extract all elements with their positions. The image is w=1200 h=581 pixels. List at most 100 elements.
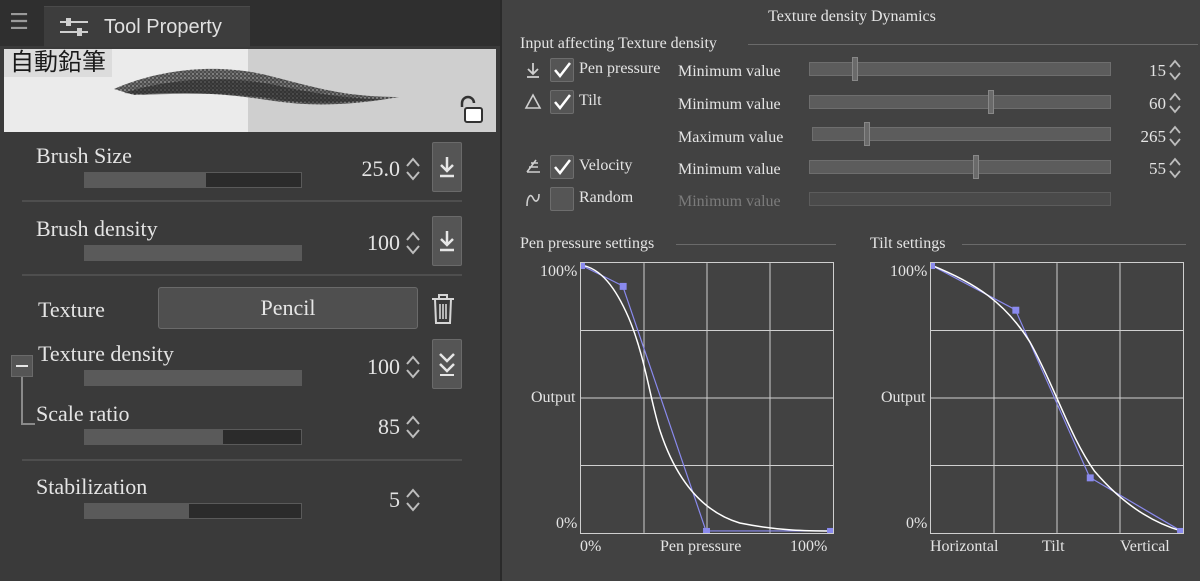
- pen-graph-x-left: 0%: [580, 538, 602, 555]
- tilt-min-value[interactable]: 60: [1116, 94, 1166, 114]
- pen-graph-y-top: 100%: [540, 263, 578, 280]
- tilt-curve-graph[interactable]: [930, 262, 1184, 534]
- curve-point[interactable]: [619, 282, 627, 290]
- slider-thumb[interactable]: [988, 90, 994, 114]
- tilt-graph-title: Tilt settings: [870, 235, 946, 252]
- texture-density-slider-fill: [85, 371, 301, 385]
- divider: [22, 459, 462, 461]
- panel-header: ☰ Tool Property: [0, 0, 500, 47]
- curve-point[interactable]: [1086, 474, 1094, 482]
- pen-pressure-icon: [527, 63, 539, 78]
- download-icon: [440, 231, 454, 252]
- stabilization-label: Stabilization: [36, 474, 148, 499]
- minus-icon: [16, 365, 28, 367]
- tilt-graph-x-mid: Tilt: [1042, 538, 1065, 555]
- pen-graph-x-right: 100%: [790, 538, 828, 555]
- random-min-label: Minimum value: [678, 193, 781, 210]
- texture-density-slider[interactable]: [84, 370, 302, 386]
- pen-pressure-curve-graph[interactable]: [580, 262, 834, 534]
- pen-pressure-min-value[interactable]: 15: [1116, 61, 1166, 81]
- pen-pressure-min-label: Minimum value: [678, 63, 781, 80]
- pen-graph-x-mid: Pen pressure: [660, 538, 742, 555]
- curve-point[interactable]: [930, 262, 935, 270]
- random-min-slider: [809, 192, 1111, 206]
- random-checkbox[interactable]: [550, 187, 574, 211]
- spin-icon[interactable]: [1168, 155, 1182, 181]
- slider-thumb[interactable]: [973, 155, 979, 179]
- texture-density-dynamics-button[interactable]: [432, 339, 462, 389]
- texture-density-label: Texture density: [38, 341, 174, 366]
- brush-density-pressure-button[interactable]: [432, 216, 462, 266]
- brush-size-pressure-button[interactable]: [432, 142, 462, 192]
- divider: [22, 274, 462, 276]
- pen-pressure-min-slider[interactable]: [809, 57, 1111, 81]
- velocity-checkbox[interactable]: [550, 155, 574, 179]
- texture-density-spin-icon[interactable]: [404, 352, 422, 382]
- download-icon: [440, 157, 454, 178]
- tilt-max-value[interactable]: 265: [1116, 127, 1167, 147]
- check-icon: [554, 94, 571, 110]
- pen-graph-y-bottom: 0%: [556, 515, 578, 532]
- brush-density-label: Brush density: [36, 216, 158, 241]
- curve-point[interactable]: [827, 527, 834, 534]
- collapse-toggle[interactable]: [11, 355, 33, 377]
- velocity-icon: [526, 159, 540, 173]
- curve-point[interactable]: [1177, 527, 1184, 534]
- tilt-label: Tilt: [579, 92, 602, 109]
- velocity-min-value[interactable]: 55: [1116, 159, 1166, 179]
- tool-property-panel: ☰ Tool Property 自動鉛筆 Brush Size 25.0 Bru…: [0, 0, 500, 581]
- tree-line: [21, 377, 23, 425]
- tilt-min-label: Minimum value: [678, 96, 781, 113]
- spin-icon[interactable]: [1168, 90, 1182, 116]
- brush-size-value[interactable]: 25.0: [350, 156, 401, 182]
- stabilization-slider[interactable]: [84, 503, 302, 519]
- brush-density-slider[interactable]: [84, 245, 302, 261]
- tilt-graph-x-left: Horizontal: [930, 538, 999, 555]
- spin-icon[interactable]: [1168, 123, 1182, 149]
- stabilization-spin-icon[interactable]: [404, 485, 422, 515]
- tab-tool-property[interactable]: Tool Property: [44, 6, 250, 47]
- double-chevron-down-icon: [439, 353, 455, 376]
- texture-density-value[interactable]: 100: [350, 354, 400, 380]
- dynamics-popup: Texture density Dynamics Input affecting…: [500, 0, 1200, 581]
- curve-point[interactable]: [580, 262, 585, 270]
- brush-density-value[interactable]: 100: [350, 230, 400, 256]
- tilt-min-slider[interactable]: [809, 90, 1111, 114]
- curve-point[interactable]: [1012, 306, 1020, 314]
- tilt-graph-y-bottom: 0%: [906, 515, 928, 532]
- tilt-checkbox[interactable]: [550, 90, 574, 114]
- curve-point[interactable]: [703, 527, 710, 534]
- scale-ratio-label: Scale ratio: [36, 401, 130, 426]
- pen-pressure-checkbox[interactable]: [550, 58, 574, 82]
- tilt-icon: [524, 93, 542, 109]
- texture-select-button[interactable]: Pencil: [158, 287, 418, 329]
- brush-density-spin-icon[interactable]: [404, 228, 422, 258]
- unlock-icon[interactable]: [456, 95, 486, 125]
- texture-label: Texture: [38, 297, 105, 322]
- slider-thumb[interactable]: [852, 57, 858, 81]
- brush-size-slider[interactable]: [84, 172, 302, 188]
- fieldset-line: [676, 244, 836, 245]
- scale-ratio-slider[interactable]: [84, 429, 302, 445]
- menu-icon[interactable]: ☰: [8, 10, 30, 34]
- spin-icon[interactable]: [1168, 57, 1182, 83]
- trash-icon[interactable]: [429, 292, 457, 326]
- scale-ratio-slider-fill: [85, 430, 224, 444]
- brush-size-spin-icon[interactable]: [404, 154, 422, 184]
- random-label: Random: [579, 189, 634, 206]
- stabilization-value[interactable]: 5: [350, 487, 400, 513]
- preset-name: 自動鉛筆: [4, 49, 112, 77]
- tilt-max-slider[interactable]: [812, 122, 1111, 146]
- scale-ratio-value[interactable]: 85: [350, 414, 400, 440]
- sliders-icon: [60, 18, 88, 36]
- scale-ratio-spin-icon[interactable]: [404, 412, 422, 442]
- tab-label: Tool Property: [104, 16, 222, 38]
- check-icon: [554, 62, 571, 78]
- velocity-min-slider[interactable]: [809, 155, 1111, 179]
- fieldset-line: [748, 44, 1198, 45]
- slider-thumb[interactable]: [864, 122, 870, 146]
- velocity-label: Velocity: [579, 157, 633, 174]
- fieldset-line: [962, 244, 1186, 245]
- brush-size-slider-fill: [85, 173, 206, 187]
- brush-density-slider-fill: [85, 246, 301, 260]
